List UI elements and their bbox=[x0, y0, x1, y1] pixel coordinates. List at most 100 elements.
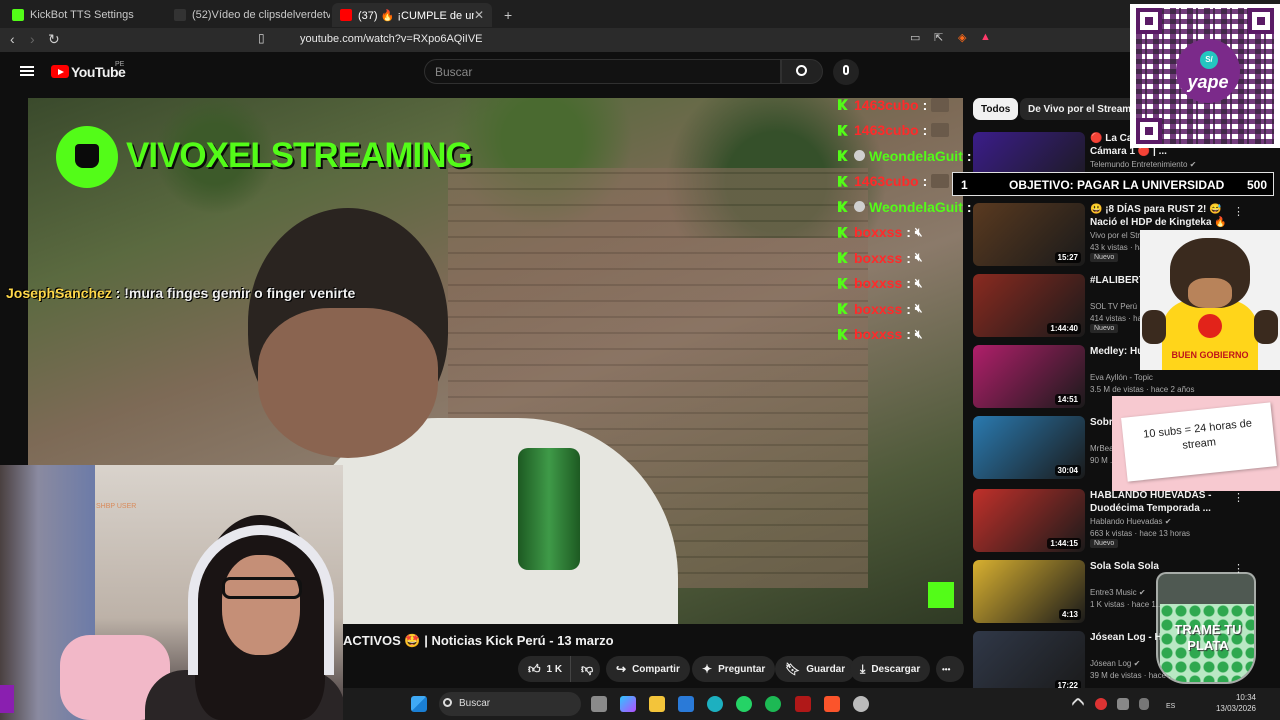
video-duration: 30:04 bbox=[1054, 465, 1081, 476]
copilot-icon[interactable] bbox=[620, 696, 636, 712]
rec-channel[interactable]: Jósean Log ✔ bbox=[1090, 659, 1140, 668]
youtube-icon bbox=[340, 9, 352, 21]
like-button[interactable]: 👍︎ 1 K bbox=[518, 656, 570, 682]
windows-start-icon[interactable] bbox=[411, 696, 427, 712]
youtube-logo-icon[interactable] bbox=[51, 65, 69, 78]
language-indicator[interactable]: ES bbox=[1166, 703, 1175, 710]
sun-emblem-icon bbox=[1198, 314, 1222, 338]
dota-icon[interactable] bbox=[795, 696, 811, 712]
rec-channel[interactable]: Hablando Huevadas ✔ bbox=[1090, 517, 1171, 526]
windows-taskbar: Buscar ES 10:34 13/03/2026 bbox=[343, 688, 1280, 720]
share-icon[interactable]: ⇱ bbox=[934, 31, 943, 44]
kick-icon bbox=[838, 201, 848, 213]
menu-icon[interactable] bbox=[20, 66, 34, 76]
taskbar-search[interactable]: Buscar bbox=[439, 692, 581, 716]
whatsapp-icon[interactable] bbox=[736, 696, 752, 712]
mic-button[interactable] bbox=[833, 59, 859, 85]
clock[interactable]: 10:34 13/03/2026 bbox=[1216, 692, 1256, 714]
youtube-header: YouTube PE Buscar bbox=[0, 52, 1280, 92]
dislike-button[interactable]: 👎︎ bbox=[570, 656, 600, 682]
search-button[interactable] bbox=[781, 59, 823, 84]
recommended-video[interactable]: 1:44:15 HABLANDO HUEVADAS - Duodécima Tem… bbox=[973, 489, 1280, 553]
spotify-icon[interactable] bbox=[765, 696, 781, 712]
mic-tray-icon[interactable] bbox=[1139, 698, 1149, 710]
rec-channel[interactable]: Eva Ayllón - Topic bbox=[1090, 373, 1153, 382]
chat-message: boxxss: 🔇︎ bbox=[838, 322, 966, 348]
tts-username: JosephSanchez bbox=[6, 285, 112, 301]
clock-date: 13/03/2026 bbox=[1215, 704, 1256, 713]
sparkle-icon: ✦ bbox=[702, 662, 713, 676]
video-thumbnail[interactable]: 17:22 bbox=[973, 631, 1085, 694]
task-view-icon[interactable] bbox=[591, 696, 607, 712]
headset bbox=[188, 525, 334, 675]
tray-app-icon[interactable] bbox=[1117, 698, 1129, 710]
tab-tiktok[interactable]: (52)Vídeo de clipsdelverdetv (@clips... bbox=[166, 3, 330, 27]
muted-speaker-icon: 🔇︎ bbox=[914, 224, 923, 239]
video-duration: 1:44:40 bbox=[1047, 323, 1081, 334]
new-badge: Nuevo bbox=[1090, 539, 1119, 548]
share-button[interactable]: ↪ Compartir bbox=[606, 656, 690, 682]
kick-chat-overlay: 1463cubo:1463cubo: WeondelaGuit:1463cubo:… bbox=[838, 92, 972, 348]
tray-chevron-icon[interactable] bbox=[1070, 696, 1086, 712]
file-explorer-icon[interactable] bbox=[649, 696, 665, 712]
obs-icon[interactable] bbox=[853, 696, 869, 712]
save-button[interactable]: 🔖︎ Guardar bbox=[775, 656, 856, 682]
rec-channel[interactable]: Telemundo Entretenimiento ✔ bbox=[1090, 160, 1196, 169]
store-icon[interactable] bbox=[678, 696, 694, 712]
more-options-icon[interactable]: ⋮ bbox=[1233, 205, 1244, 218]
search-input[interactable]: Buscar bbox=[424, 59, 781, 84]
tab-youtube[interactable]: (37) 🔥 ¡CUMPLE de un TORO K... ✕ bbox=[332, 3, 492, 27]
search-icon bbox=[796, 65, 807, 76]
brave-shield-icon[interactable]: ◈ bbox=[958, 31, 966, 44]
kick-icon bbox=[838, 150, 848, 162]
download-button[interactable]: ⤓ Descargar bbox=[850, 656, 931, 682]
chat-colon: : bbox=[922, 173, 928, 190]
ask-button[interactable]: ✦ Preguntar bbox=[692, 656, 776, 682]
close-tab-icon[interactable]: ✕ bbox=[474, 8, 484, 22]
chat-message: WeondelaGuit: bbox=[838, 194, 972, 220]
cast-icon[interactable]: ▭ bbox=[910, 31, 920, 44]
chip-all[interactable]: Todos bbox=[973, 98, 1019, 120]
subs-note-overlay: 10 subs = 24 horas de stream bbox=[1112, 396, 1280, 491]
video-duration: 14:51 bbox=[1054, 394, 1081, 405]
chat-message: 1463cubo: bbox=[838, 92, 966, 118]
note-text: 10 subs = 24 horas de stream bbox=[1142, 417, 1253, 452]
brave-icon[interactable] bbox=[824, 696, 840, 712]
new-tab-button[interactable]: + bbox=[496, 3, 516, 27]
forward-icon[interactable]: › bbox=[30, 31, 35, 47]
video-thumbnail[interactable]: 1:44:15 bbox=[973, 489, 1085, 552]
network-tray-icon[interactable] bbox=[1095, 698, 1107, 710]
chat-colon: : bbox=[906, 275, 911, 292]
address-bar: ‹ › ↻ ▯ youtube.com/watch?v=RXpo6AQiIVE … bbox=[0, 28, 1280, 52]
tab-kickbot[interactable]: KickBot TTS Settings bbox=[4, 3, 164, 27]
rec-title[interactable]: HABLANDO HUEVADAS - Duodécima Temporada … bbox=[1090, 489, 1230, 515]
webcam-user-label: SHBP USER bbox=[96, 503, 137, 510]
rewards-icon[interactable]: ▲ bbox=[980, 31, 991, 43]
reload-icon[interactable]: ↻ bbox=[48, 31, 60, 48]
rec-title[interactable]: 😃 ¡8 DÍAS para RUST 2! 😅 Nació el HDP de… bbox=[1090, 203, 1230, 229]
edge-icon[interactable] bbox=[707, 696, 723, 712]
back-icon[interactable]: ‹ bbox=[10, 31, 15, 47]
tiktok-icon bbox=[174, 9, 186, 21]
country-code: PE bbox=[115, 61, 125, 68]
dog-thumb-right bbox=[1254, 310, 1278, 344]
more-actions-button[interactable]: ••• bbox=[936, 656, 964, 682]
rec-channel[interactable]: SOL TV Perú bbox=[1090, 302, 1137, 311]
chat-message: boxxss: 🔇︎ bbox=[838, 220, 966, 246]
emote-icon bbox=[931, 174, 950, 189]
chat-message: boxxss: 🔇︎ bbox=[838, 245, 966, 271]
video-thumbnail[interactable]: 30:04 bbox=[973, 416, 1085, 479]
url-field[interactable]: youtube.com/watch?v=RXpo6AQiIVE bbox=[300, 33, 483, 45]
chat-message: boxxss: 🔇︎ bbox=[838, 271, 966, 297]
more-options-icon[interactable]: ⋮ bbox=[1233, 491, 1244, 504]
chat-username: boxxss bbox=[854, 224, 903, 241]
bookmark-icon[interactable]: ▯ bbox=[258, 31, 265, 45]
chat-username: 1463cubo bbox=[854, 122, 919, 139]
video-thumbnail[interactable]: 14:51 bbox=[973, 345, 1085, 408]
dog-thumb-left bbox=[1142, 310, 1166, 344]
muted-speaker-icon: 🔇︎ bbox=[914, 326, 923, 341]
video-thumbnail[interactable]: 15:27 bbox=[973, 203, 1085, 266]
rec-channel[interactable]: Entre3 Music ✔ bbox=[1090, 588, 1146, 597]
video-thumbnail[interactable]: 1:44:40 bbox=[973, 274, 1085, 337]
video-thumbnail[interactable]: 4:13 bbox=[973, 560, 1085, 623]
